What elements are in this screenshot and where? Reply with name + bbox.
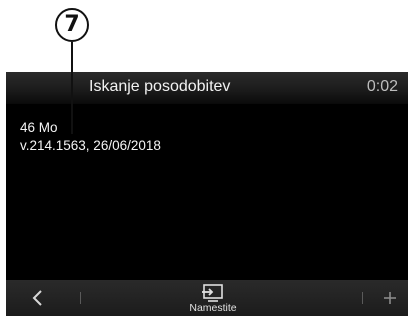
device-screen: Iskanje posodobitev 0:02 46 Mo v.214.156… bbox=[6, 72, 408, 316]
header-bar: Iskanje posodobitev 0:02 bbox=[6, 72, 408, 104]
page-title: Iskanje posodobitev bbox=[89, 78, 231, 95]
plus-icon bbox=[384, 292, 396, 304]
update-version: v.214.1563, 26/06/2018 bbox=[20, 138, 161, 153]
back-arrow-icon bbox=[32, 290, 42, 306]
timer-display: 0:02 bbox=[366, 78, 398, 95]
back-button[interactable] bbox=[28, 288, 48, 308]
add-button[interactable] bbox=[380, 288, 400, 308]
install-label: Namestite bbox=[189, 302, 237, 314]
install-button[interactable]: Namestite bbox=[178, 282, 248, 316]
callout-marker: 7 bbox=[55, 8, 89, 42]
callout-number: 7 bbox=[64, 12, 80, 37]
update-size: 46 Mo bbox=[20, 120, 58, 135]
bottom-toolbar: Namestite bbox=[6, 280, 408, 316]
toolbar-divider bbox=[80, 292, 81, 304]
callout-leader-line bbox=[71, 42, 73, 134]
install-screen-icon bbox=[202, 284, 223, 302]
toolbar-divider bbox=[362, 292, 363, 304]
